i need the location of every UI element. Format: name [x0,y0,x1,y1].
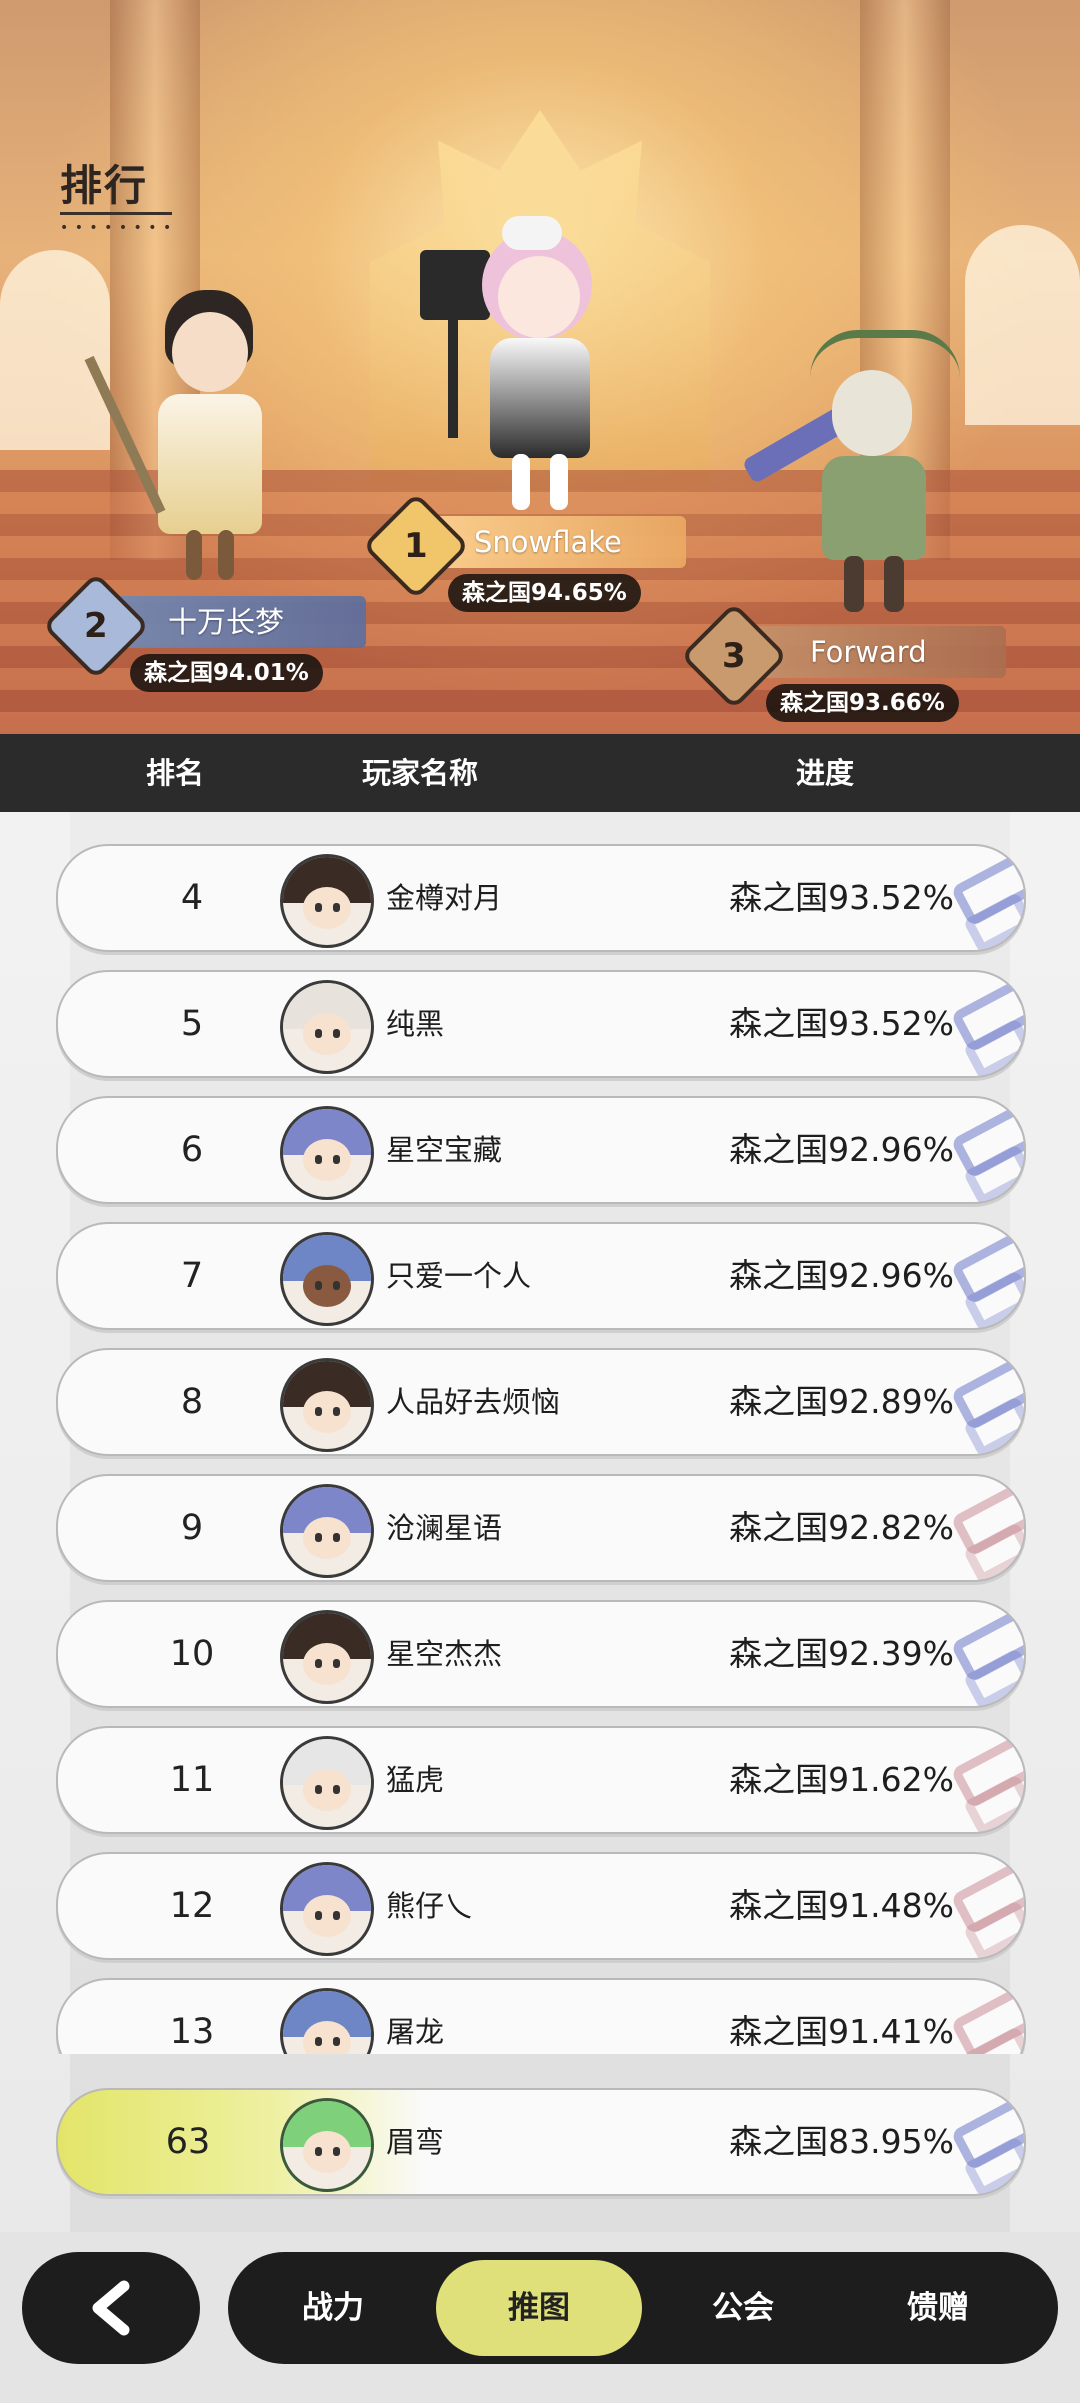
table-row[interactable]: 4 金樽对月 森之国93.52% [56,844,1026,952]
row-decoration [946,976,1024,1076]
avatar[interactable] [280,1484,374,1578]
row-progress: 森之国92.96% [729,1130,954,1169]
row-progress: 森之国93.52% [729,1004,954,1043]
row-progress: 森之国91.41% [729,2012,954,2051]
table-row[interactable]: 12 熊仔乀 森之国91.48% [56,1852,1026,1960]
row-progress: 森之国92.82% [729,1508,954,1547]
self-rank: 63 [165,2122,211,2162]
row-rank: 4 [180,878,204,918]
rank-3-name: Forward [810,635,927,669]
avatar[interactable] [280,1358,374,1452]
row-decoration [946,1858,1024,1958]
row-rank: 12 [169,1886,215,1926]
row-rank: 5 [180,1004,204,1044]
header-rank: 排名 [146,756,205,790]
tab-guild[interactable]: 公会 [658,2252,828,2364]
avatar[interactable] [280,1988,374,2054]
ranking-list[interactable]: 4 金樽对月 森之国93.52% 5 纯黑 森之国93.52% 6 星空宝藏 森… [0,812,1080,2232]
row-decoration [946,2094,1024,2194]
table-row[interactable]: 5 纯黑 森之国93.52% [56,970,1026,1078]
self-player-name: 眉弯 [386,2125,445,2159]
rank-2-progress: 森之国94.01% [130,654,323,692]
self-progress: 森之国83.95% [729,2122,954,2161]
row-decoration [946,1480,1024,1580]
header-player-name: 玩家名称 [362,756,479,790]
rank-3-progress: 森之国93.66% [766,684,959,722]
back-button[interactable] [22,2252,200,2364]
avatar[interactable] [280,1610,374,1704]
row-decoration [946,1354,1024,1454]
table-header: 排名 玩家名称 进度 [0,734,1080,812]
row-decoration [946,1732,1024,1832]
avatar[interactable] [280,854,374,948]
rank-1-progress: 森之国94.65% [448,574,641,612]
table-row[interactable]: 7 只爱一个人 森之国92.96% [56,1222,1026,1330]
table-row[interactable]: 10 星空杰杰 森之国92.39% [56,1600,1026,1708]
row-decoration [946,1102,1024,1202]
row-progress: 森之国91.62% [729,1760,954,1799]
row-decoration [946,1984,1024,2054]
background-window [965,225,1080,425]
character-rank-2[interactable] [84,290,290,590]
background-window [0,250,110,450]
avatar[interactable] [280,1232,374,1326]
title-underline [60,212,172,215]
tab-push-map[interactable]: 推图 [436,2260,642,2356]
row-progress: 森之国92.39% [729,1634,954,1673]
table-row[interactable]: 13 屠龙 森之国91.41% [56,1978,1026,2054]
avatar[interactable] [280,1736,374,1830]
row-rank: 9 [180,1508,204,1548]
table-row[interactable]: 9 沧澜星语 森之国92.82% [56,1474,1026,1582]
self-avatar[interactable] [280,2098,374,2192]
row-player-name: 只爱一个人 [386,1259,532,1293]
chevron-left-icon [92,2280,130,2336]
header-progress: 进度 [796,756,855,790]
row-decoration [946,1228,1024,1328]
avatar[interactable] [280,1106,374,1200]
rank-2-name: 十万长梦 [168,605,285,639]
tab-power[interactable]: 战力 [248,2252,418,2364]
table-row[interactable]: 8 人品好去烦恼 森之国92.89% [56,1348,1026,1456]
row-player-name: 星空杰杰 [386,1637,503,1671]
tab-gift[interactable]: 馈赠 [848,2252,1028,2364]
bottom-navigation: 战力 推图 公会 馈赠 [0,2232,1080,2403]
title-dots: • • • • • • • • [60,220,173,236]
row-progress: 森之国93.52% [729,878,954,917]
row-decoration [946,850,1024,950]
row-rank: 10 [169,1634,215,1674]
page-title: 排行 [60,161,149,210]
self-rank-row[interactable]: 63 眉弯 森之国83.95% [56,2088,1026,2196]
row-player-name: 熊仔乀 [386,1889,474,1923]
table-row[interactable]: 11 猛虎 森之国91.62% [56,1726,1026,1834]
row-decoration [946,1606,1024,1706]
row-player-name: 屠龙 [386,2015,445,2049]
row-player-name: 纯黑 [386,1007,445,1041]
row-player-name: 金樽对月 [386,881,503,915]
row-player-name: 星空宝藏 [386,1133,503,1167]
row-rank: 7 [180,1256,204,1296]
character-rank-3[interactable] [740,330,970,620]
table-row[interactable]: 6 星空宝藏 森之国92.96% [56,1096,1026,1204]
ranking-list-scroll[interactable]: 4 金樽对月 森之国93.52% 5 纯黑 森之国93.52% 6 星空宝藏 森… [0,812,1080,2054]
row-progress: 森之国91.48% [729,1886,954,1925]
row-player-name: 猛虎 [386,1763,445,1797]
row-rank: 8 [180,1382,204,1422]
rank-1-name: Snowflake [474,525,622,559]
podium-banner: 排行 • • • • • • • • Snowflake 1 森之国94.65% [0,0,1080,734]
avatar[interactable] [280,980,374,1074]
row-rank: 13 [169,2012,215,2052]
row-rank: 11 [169,1760,215,1800]
row-player-name: 沧澜星语 [386,1511,503,1545]
row-player-name: 人品好去烦恼 [386,1385,561,1419]
tab-bar: 战力 推图 公会 馈赠 [228,2252,1058,2364]
avatar[interactable] [280,1862,374,1956]
row-rank: 6 [180,1130,204,1170]
row-progress: 森之国92.96% [729,1256,954,1295]
character-rank-1[interactable] [420,210,620,520]
row-progress: 森之国92.89% [729,1382,954,1421]
